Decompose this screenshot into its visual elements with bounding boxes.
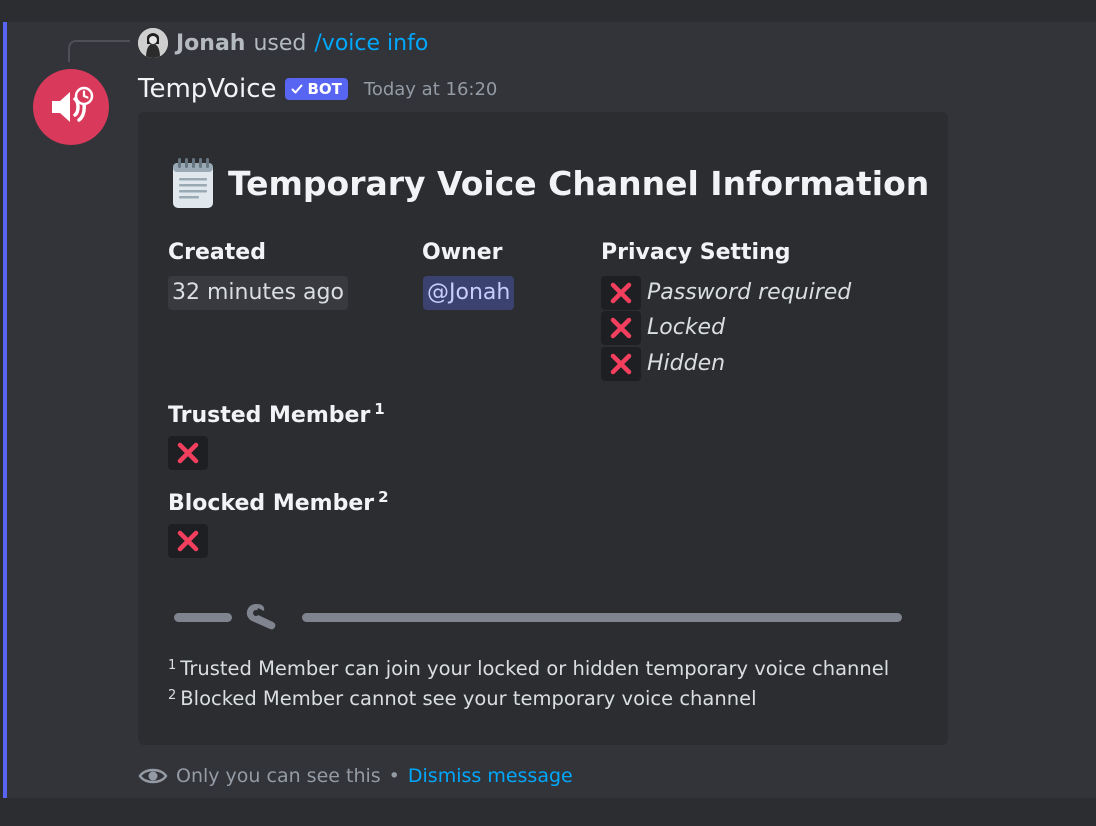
wrench-divider xyxy=(174,604,902,630)
privacy-locked-state xyxy=(601,311,641,345)
footnote-blocked: 2 Blocked Member cannot see your temporar… xyxy=(168,687,757,710)
cross-icon xyxy=(610,282,632,304)
message-header: TempVoice BOT Today at 16:20 xyxy=(138,70,497,108)
dismiss-message-link[interactable]: Dismiss message xyxy=(408,765,573,787)
privacy-password-label: Password required xyxy=(647,280,852,305)
privacy-hidden-state xyxy=(601,347,641,381)
footnote-mark-1: 1 xyxy=(168,658,177,673)
field-owner-name: Owner xyxy=(422,240,503,265)
footnote-trusted: 1 Trusted Member can join your locked or … xyxy=(168,657,889,680)
notepad-icon xyxy=(173,158,213,208)
ephemeral-highlight-bar xyxy=(3,22,7,798)
eye-icon xyxy=(138,768,168,784)
field-blocked-label: Blocked Member xyxy=(168,491,375,516)
speaker-clock-icon xyxy=(52,86,94,122)
bot-username[interactable]: TempVoice xyxy=(138,74,276,104)
owner-mention[interactable]: @Jonah xyxy=(423,276,515,310)
field-trusted-label: Trusted Member xyxy=(168,403,371,428)
bottom-bar xyxy=(0,798,1096,826)
footnote-text-2: Blocked Member cannot see your temporary… xyxy=(180,687,757,710)
privacy-password-state xyxy=(601,276,641,310)
field-privacy-name: Privacy Setting xyxy=(601,240,791,265)
field-created-name: Created xyxy=(168,240,266,265)
field-trusted-name: Trusted Member 1 xyxy=(168,400,385,428)
footnote-text-1: Trusted Member can join your locked or h… xyxy=(180,657,890,680)
bot-tag-label: BOT xyxy=(307,79,342,98)
embed-title: Temporary Voice Channel Information xyxy=(170,158,929,208)
cross-icon xyxy=(610,353,632,375)
message-timestamp[interactable]: Today at 16:20 xyxy=(364,79,497,100)
top-bar xyxy=(0,0,1096,22)
ephemeral-text: Only you can see this xyxy=(176,765,381,787)
embed-card: Temporary Voice Channel Information Crea… xyxy=(138,112,948,745)
reply-command[interactable]: /voice info xyxy=(314,31,428,56)
field-blocked-name: Blocked Member 2 xyxy=(168,488,389,516)
wrench-icon xyxy=(246,604,276,630)
divider-line-left xyxy=(174,613,232,622)
bot-tag: BOT xyxy=(285,78,348,100)
privacy-locked-label: Locked xyxy=(647,315,726,340)
reply-used-text: used xyxy=(253,30,307,56)
reply-user-avatar[interactable] xyxy=(138,28,168,58)
cross-icon xyxy=(177,530,199,552)
embed-title-text: Temporary Voice Channel Information xyxy=(228,163,930,203)
blocked-state xyxy=(168,524,208,558)
cross-icon xyxy=(610,317,632,339)
ephemeral-notice: Only you can see this • Dismiss message xyxy=(138,762,573,790)
divider-line-right xyxy=(302,613,902,622)
field-created-value: 32 minutes ago xyxy=(168,276,348,310)
reply-spine xyxy=(68,40,130,62)
privacy-hidden-label: Hidden xyxy=(647,351,726,376)
footnote-mark-2: 2 xyxy=(168,688,177,703)
cross-icon xyxy=(177,442,199,464)
reply-username[interactable]: Jonah xyxy=(176,31,245,56)
verified-check-icon xyxy=(291,84,303,94)
field-blocked-note-mark: 2 xyxy=(378,488,389,506)
ephemeral-separator: • xyxy=(388,765,400,787)
trusted-state xyxy=(168,436,208,470)
reply-context[interactable]: Jonah used /voice info xyxy=(138,28,428,58)
bot-avatar[interactable] xyxy=(33,69,109,145)
field-trusted-note-mark: 1 xyxy=(374,400,385,418)
